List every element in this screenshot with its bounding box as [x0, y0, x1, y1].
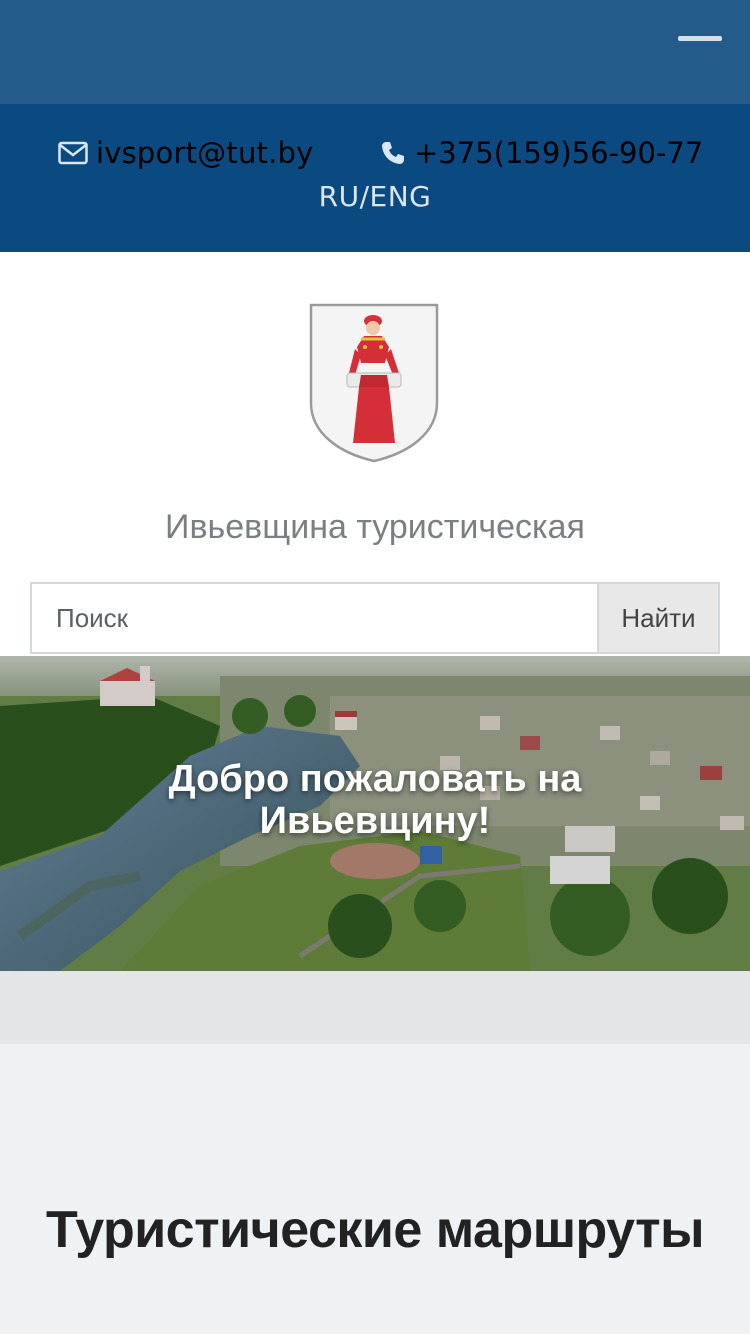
coat-of-arms[interactable]: [309, 303, 439, 463]
language-switcher[interactable]: RU/ENG: [0, 180, 750, 213]
contact-bar: [0, 104, 750, 252]
phone-link[interactable]: +375(159)56-90-77: [380, 133, 703, 173]
site-title: Ивьевщина туристическая: [165, 508, 585, 546]
phone-text: +375(159)56-90-77: [414, 136, 704, 170]
email-text: ivsport@tut.by: [96, 136, 314, 170]
routes-title: Туристические маршруты: [45, 1201, 705, 1259]
top-navbar: [0, 0, 750, 104]
menu-icon-line: [678, 36, 722, 41]
search-input[interactable]: [30, 582, 597, 654]
hero-heading: Добро пожаловать на Ивьевщину!: [0, 758, 750, 842]
phone-icon: [382, 142, 404, 164]
email-link[interactable]: ivsport@tut.by: [58, 133, 313, 173]
search-button[interactable]: Найти: [597, 582, 720, 654]
envelope-icon: [58, 141, 88, 165]
routes-section: [0, 1044, 750, 1334]
hero-heading-line2: Ивьевщину!: [259, 800, 491, 842]
section-divider: [0, 971, 750, 1044]
menu-icon[interactable]: [678, 32, 724, 46]
search-form: Найти: [30, 582, 720, 654]
hero-heading-line1: Добро пожаловать на: [168, 758, 582, 800]
